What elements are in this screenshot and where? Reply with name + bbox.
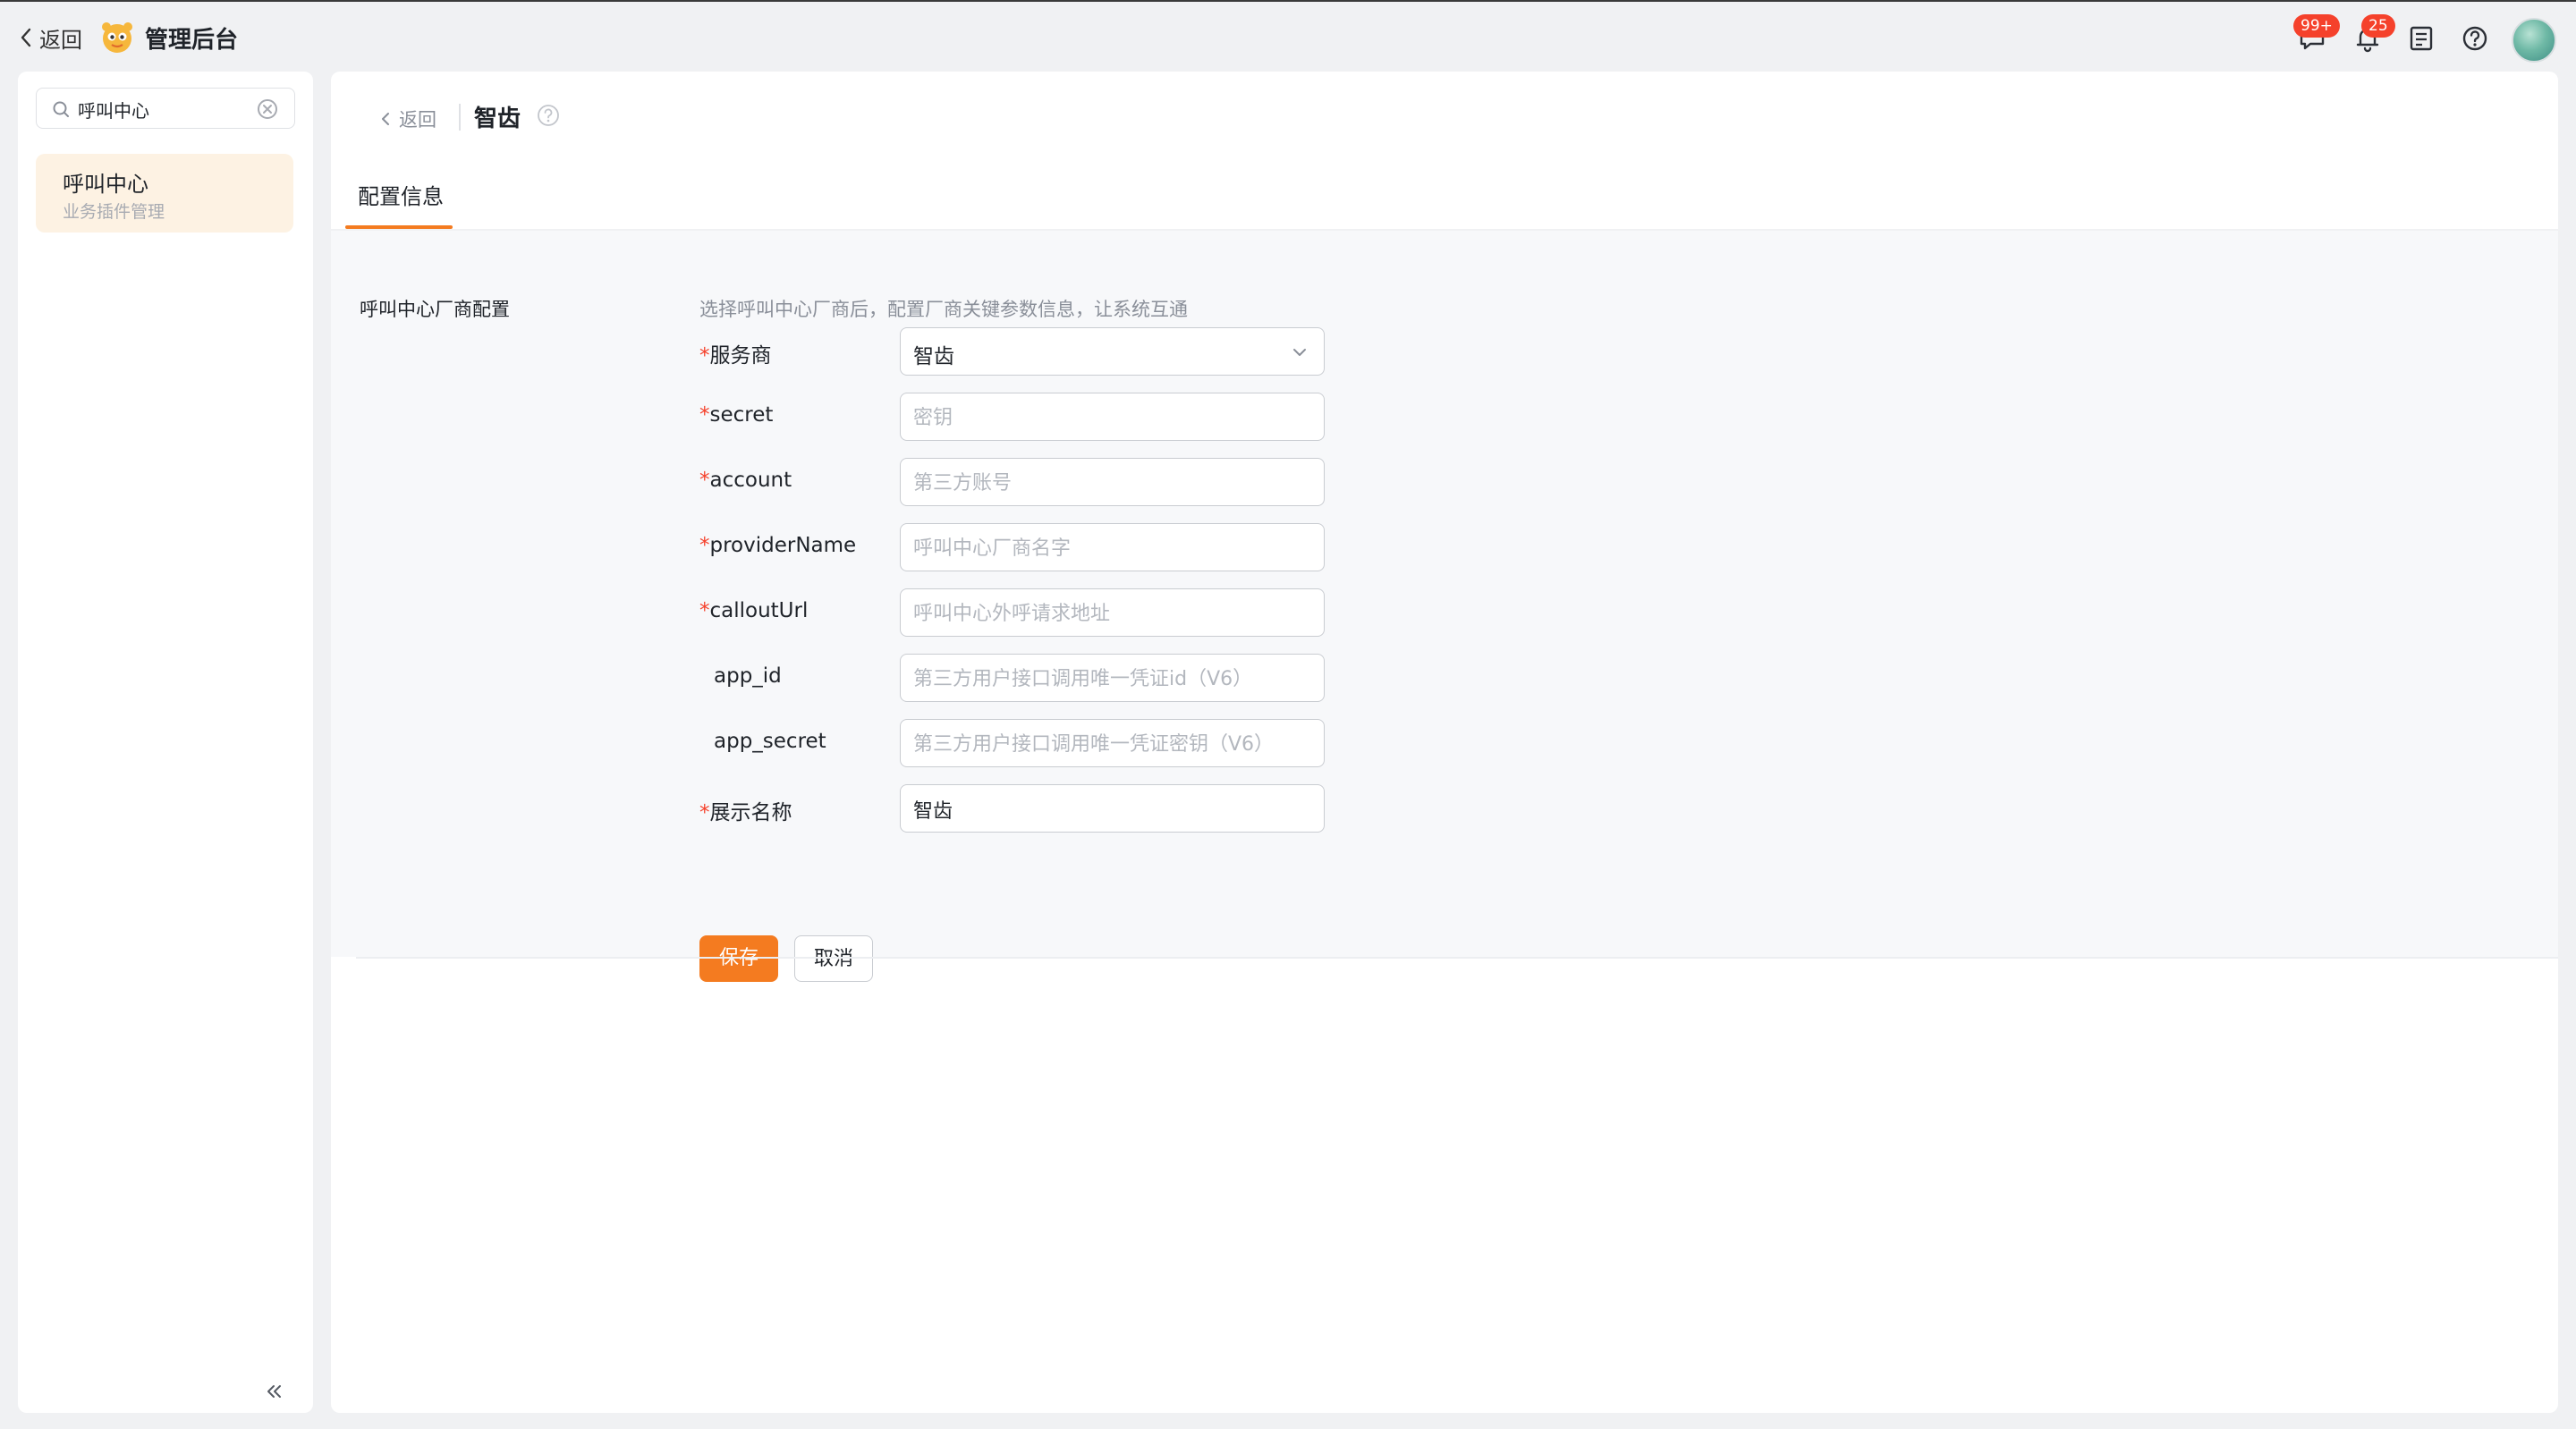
section-title: 呼叫中心厂商配置 — [360, 299, 510, 320]
form-row-app-id: app_id — [699, 654, 1379, 702]
account-input[interactable] — [913, 468, 1307, 498]
field-label: *calloutUrl — [699, 599, 809, 622]
display-name-input[interactable] — [913, 794, 1307, 824]
sidebar-item-call-center[interactable]: 呼叫中心 业务插件管理 — [36, 154, 293, 233]
breadcrumb-divider — [459, 104, 461, 131]
app-id-input[interactable] — [913, 664, 1307, 694]
top-bar: 返回 管理后台 99+ 25 — [0, 0, 2576, 72]
cancel-button[interactable]: 取消 — [794, 935, 873, 982]
chevron-left-icon — [382, 113, 389, 125]
form-row-app-secret: app_secret — [699, 719, 1379, 767]
search-icon — [53, 101, 69, 117]
display-name-field-wrapper — [900, 784, 1325, 833]
secret-input[interactable] — [913, 402, 1307, 433]
app-secret-input[interactable] — [913, 729, 1307, 759]
form-row-account: *account — [699, 458, 1379, 506]
field-label: *服务商 — [699, 344, 772, 368]
sidebar-item-subtitle: 业务插件管理 — [63, 202, 165, 222]
sidebar-search — [36, 88, 295, 129]
user-avatar[interactable] — [2512, 18, 2556, 63]
messages-badge: 99+ — [2293, 14, 2340, 38]
field-label: *展示名称 — [699, 801, 792, 824]
form-row-callout-url: *calloutUrl — [699, 588, 1379, 637]
help-icon[interactable] — [2460, 23, 2490, 54]
field-label: *account — [699, 469, 792, 492]
document-icon[interactable] — [2406, 23, 2436, 54]
sidebar-search-input[interactable] — [78, 96, 257, 123]
back-link-label: 返回 — [399, 109, 436, 131]
account-field-wrapper — [900, 458, 1325, 506]
section-description: 选择呼叫中心厂商后，配置厂商关键参数信息，让系统互通 — [699, 299, 1188, 320]
form-row-secret: *secret — [699, 393, 1379, 441]
form-row-provider: *服务商 智齿 — [699, 327, 1379, 376]
provider-name-input[interactable] — [913, 533, 1307, 563]
panel-divider — [356, 957, 2558, 959]
page-title: 智齿 — [474, 106, 521, 132]
sidebar-item-title: 呼叫中心 — [63, 172, 148, 197]
app-secret-field-wrapper — [900, 719, 1325, 767]
field-label: *providerName — [699, 534, 857, 557]
help-icon[interactable] — [535, 102, 562, 129]
field-label: app_id — [714, 664, 782, 688]
main-content: 返回 智齿 配置信息 呼叫中心厂商配置 选择呼叫中心厂商后，配置厂商关键参数信息… — [331, 72, 2558, 1413]
top-right-actions: 99+ 25 — [0, 14, 2576, 63]
notifications-badge: 25 — [2361, 14, 2395, 38]
callout-url-field-wrapper — [900, 588, 1325, 637]
provider-select[interactable]: 智齿 — [900, 327, 1325, 376]
tab-config-info[interactable]: 配置信息 — [358, 179, 444, 210]
collapse-sidebar-icon[interactable] — [261, 1379, 286, 1404]
field-label: app_secret — [714, 730, 826, 753]
back-link[interactable]: 返回 — [379, 104, 436, 134]
clear-search-icon[interactable] — [257, 98, 278, 120]
save-button[interactable]: 保存 — [699, 935, 778, 982]
config-panel: 呼叫中心厂商配置 选择呼叫中心厂商后，配置厂商关键参数信息，让系统互通 *服务商… — [331, 231, 2558, 982]
sidebar: 呼叫中心 业务插件管理 — [18, 72, 313, 1413]
provider-select-value: 智齿 — [913, 345, 954, 368]
app-id-field-wrapper — [900, 654, 1325, 702]
provider-name-field-wrapper — [900, 523, 1325, 571]
form-row-display-name: *展示名称 — [699, 784, 1379, 833]
callout-url-input[interactable] — [913, 598, 1307, 629]
chevron-down-icon — [1293, 349, 1306, 356]
form-row-provider-name: *providerName — [699, 523, 1379, 571]
field-label: *secret — [699, 403, 774, 427]
secret-field-wrapper — [900, 393, 1325, 441]
